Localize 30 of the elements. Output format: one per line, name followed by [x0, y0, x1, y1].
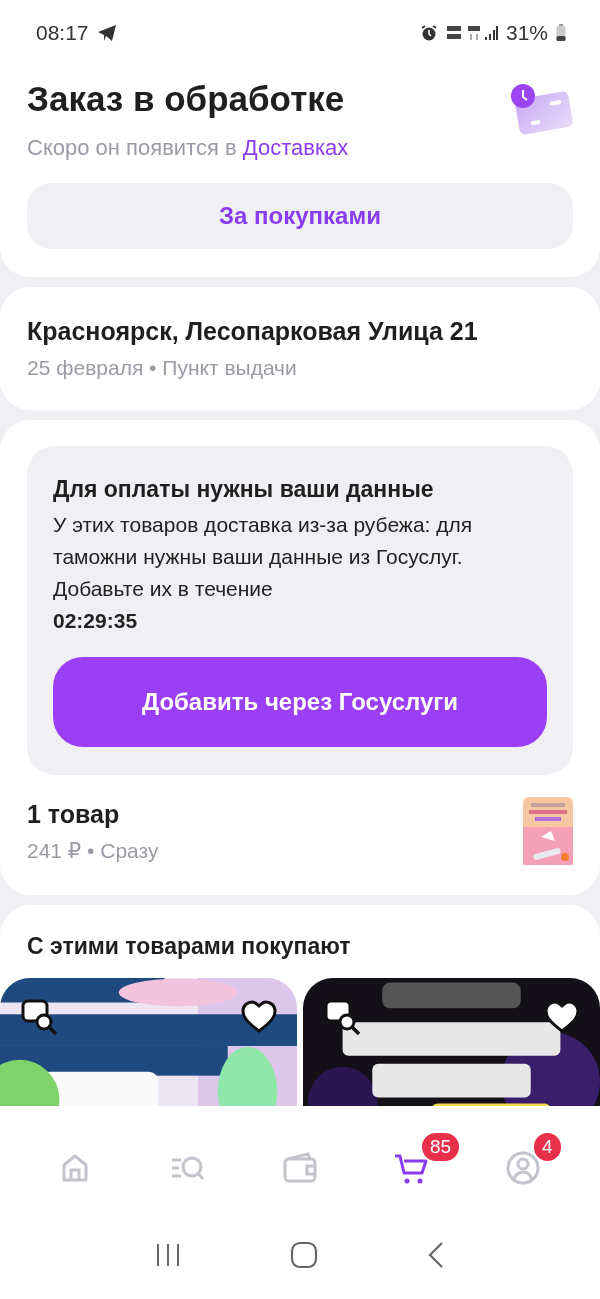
network-icon: [445, 23, 498, 42]
subtitle-text: Скоро он появится в Доставках: [27, 135, 349, 161]
profile-icon[interactable]: [506, 1150, 542, 1185]
page-title: Заказ в обработке: [27, 79, 346, 119]
deliveries-link[interactable]: Доставках: [242, 135, 349, 160]
heart-icon: [241, 1000, 277, 1034]
gosuslugi-button[interactable]: Добавить через Госуслуги: [53, 657, 547, 747]
battery-icon: [556, 23, 566, 42]
wallet-icon[interactable]: [282, 1150, 318, 1185]
recent-apps-icon: [154, 1241, 182, 1268]
home-button-icon: [290, 1240, 318, 1269]
delivery-details: 25 февраля • Пункт выдачи: [27, 356, 298, 380]
telegram-icon: [96, 23, 117, 42]
section-title: С этими товарами покупают: [26, 933, 352, 960]
shopping-button[interactable]: За покупками: [27, 183, 573, 249]
alarm-icon: [419, 23, 438, 42]
image-search-icon: [323, 998, 363, 1038]
notice-text: У этих товаров доставка из-за рубежа: для таможни нужны ваши данные из Госуслуг. Добавьте их в течение: [53, 512, 474, 602]
notice-title: Для оплаты нужны ваши данные: [53, 476, 435, 503]
delivery-address: Красноярск, Лесопарковая Улица 21: [27, 317, 479, 346]
item-details: 241 ₽ • Сразу: [27, 838, 159, 863]
countdown-timer: 02:29:35: [53, 608, 139, 634]
back-icon: [426, 1240, 446, 1269]
notification-badge: 4: [532, 1130, 563, 1163]
item-count: 1 товар: [27, 799, 121, 829]
clock-time: 08:17: [36, 20, 89, 45]
image-search-icon: [20, 998, 60, 1038]
heart-icon: [544, 1000, 580, 1034]
battery-level: 31%: [505, 20, 548, 45]
notification-badge: 85: [420, 1130, 462, 1163]
